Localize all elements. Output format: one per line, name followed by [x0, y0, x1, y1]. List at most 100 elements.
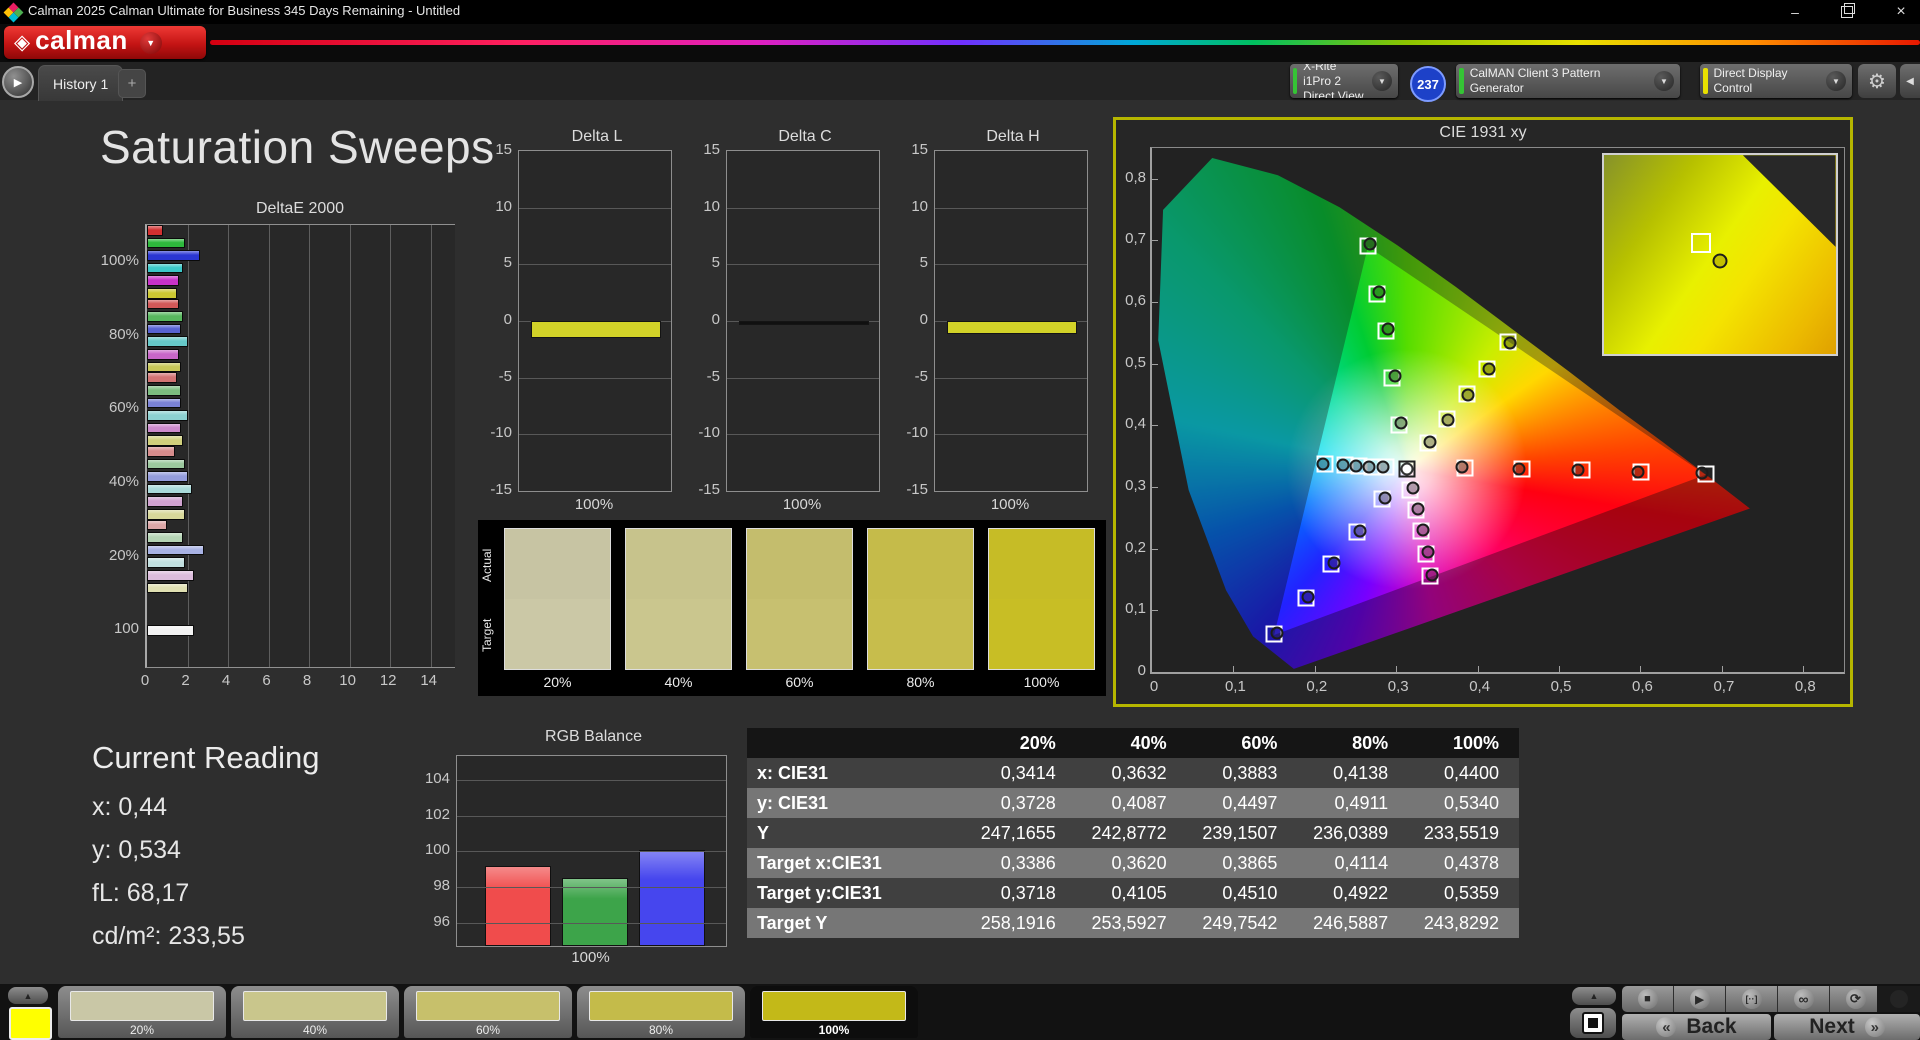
green-measured-marker: [1381, 322, 1395, 336]
workflow-nav-button[interactable]: ▶: [2, 66, 34, 98]
bar: [147, 384, 182, 396]
chevron-down-icon[interactable]: ▼: [1372, 71, 1392, 91]
pattern-window-icon: [1582, 1012, 1604, 1034]
chevron-down-icon[interactable]: ▼: [139, 31, 162, 54]
display-control-button[interactable]: Direct Display Control ▼: [1700, 64, 1852, 98]
expand-transport-button[interactable]: ▲: [1572, 987, 1616, 1005]
axis-tick: 6: [262, 672, 271, 689]
patch-card-100%[interactable]: 100%: [750, 986, 918, 1038]
y-axis-tick: 0,5: [1125, 353, 1146, 371]
bar: [147, 435, 184, 446]
delta-h-chart: Delta H 100% 15 10 5 0 -5 -10 -15: [896, 128, 1092, 518]
calman-menu-button[interactable]: ◈ calman ▼: [4, 25, 206, 59]
table-header-cell: 20%: [965, 728, 1076, 758]
gridline: [519, 264, 671, 266]
inset-target-marker: [1691, 232, 1712, 253]
stop-button[interactable]: ■: [1622, 986, 1674, 1012]
chevron-down-icon[interactable]: ▼: [1654, 71, 1674, 91]
actual-swatch: [747, 529, 852, 599]
patch-swatch: [416, 991, 560, 1021]
tick-mark: [1640, 666, 1642, 672]
axis-label: 100%: [782, 496, 822, 513]
infinity-icon: ∞: [1793, 989, 1814, 1009]
calman-diamond-icon: ◈: [14, 31, 31, 54]
actual-target-swatch-panel: Actual Target 20% 40% 60% 80% 100%: [478, 520, 1106, 696]
restore-button[interactable]: [1830, 0, 1864, 23]
group-label: 60%: [108, 399, 139, 417]
minimize-button[interactable]: –: [1778, 0, 1812, 23]
target-swatch: [747, 599, 852, 669]
y-axis-tick: 0: [1137, 662, 1146, 679]
blue-measured-marker: [1327, 556, 1341, 570]
collapse-panel-button[interactable]: ◀: [1900, 64, 1920, 98]
patch-swatch: [762, 991, 906, 1021]
magenta-measured-marker: [1425, 568, 1439, 582]
axis-tick: 12: [379, 672, 397, 689]
target-swatch: [626, 599, 731, 669]
axis-tick: 2: [181, 672, 190, 689]
page-title: Saturation Sweeps: [100, 121, 495, 173]
table-cell: 0,3386: [965, 848, 1076, 878]
tick-mark: [1152, 487, 1158, 489]
axis-tick: 0: [711, 311, 720, 328]
patch-card-20%[interactable]: 20%: [58, 986, 226, 1038]
refresh-button[interactable]: ⟳: [1830, 986, 1882, 1012]
tick-mark: [1152, 363, 1158, 365]
continuous-read-button[interactable]: ∞: [1778, 986, 1830, 1012]
red-measured-marker: [1512, 462, 1526, 476]
group-label: 100: [113, 620, 139, 638]
cyan-measured-marker: [1376, 460, 1390, 474]
next-button[interactable]: Next »: [1774, 1014, 1920, 1040]
play-button[interactable]: ▶: [1674, 986, 1726, 1012]
actual-swatch: [989, 529, 1094, 599]
patch-card-60%[interactable]: 60%: [404, 986, 572, 1038]
table-header-cell: 100%: [1408, 728, 1519, 758]
gridline: [935, 264, 1087, 266]
back-button[interactable]: « Back: [1622, 1014, 1771, 1040]
pattern-generator-button[interactable]: CalMAN Client 3 Pattern Generator ▼: [1456, 64, 1680, 98]
axis-tick: -15: [698, 481, 720, 498]
chevron-down-icon[interactable]: ▼: [1826, 71, 1846, 91]
delta-bar: [739, 321, 869, 325]
add-tab-button[interactable]: +: [118, 69, 146, 98]
chart-title: CIE 1931 xy: [1439, 124, 1527, 141]
tick-mark: [1559, 666, 1561, 672]
meter-status-bar: [1293, 68, 1298, 94]
swatch-item: 60%: [746, 528, 853, 690]
bar: [147, 483, 192, 495]
pattern-window-button[interactable]: [1570, 1008, 1616, 1038]
calman-app-window: Calman 2025 Calman Ultimate for Business…: [0, 0, 1920, 1040]
blue-measured-marker: [1378, 491, 1392, 505]
patch-card-40%[interactable]: 40%: [231, 986, 399, 1038]
y-axis-tick: 0,4: [1125, 415, 1146, 433]
bar: [147, 262, 184, 274]
x-axis-tick: 0,7: [1713, 678, 1735, 695]
tab-history-1[interactable]: History 1: [38, 65, 124, 101]
actual-swatch: [868, 529, 973, 599]
pattern-step-button[interactable]: [··]: [1726, 986, 1778, 1012]
active-test-patch[interactable]: [9, 1007, 52, 1040]
axis-tick: 10: [911, 197, 928, 215]
table-row-label: x: CIE31: [747, 758, 965, 788]
axis-tick: 0: [503, 311, 512, 328]
bar-group: [147, 519, 455, 594]
tick-mark: [1152, 548, 1158, 550]
tick-mark: [1721, 666, 1723, 672]
inset-measured-marker: [1712, 253, 1728, 269]
chart-title: Delta H: [986, 128, 1040, 145]
expand-patches-button[interactable]: ▲: [8, 987, 48, 1004]
meter-reading-badge[interactable]: 237: [1410, 66, 1446, 102]
red-measured-marker: [1571, 463, 1585, 477]
axis-tick: -15: [906, 481, 928, 498]
tick-mark: [1396, 666, 1398, 672]
axis-tick: -10: [698, 424, 720, 442]
bar: [147, 250, 200, 261]
actual-swatch: [505, 529, 610, 599]
tick-mark: [1152, 425, 1158, 427]
patch-card-80%[interactable]: 80%: [577, 986, 745, 1038]
bar-group: [147, 593, 455, 667]
gear-icon[interactable]: ⚙: [1858, 64, 1896, 98]
meter-device-button[interactable]: X-Rite i1Pro 2 Direct View ▼: [1290, 64, 1398, 98]
current-reading-fl: fL: 68,17: [92, 879, 190, 907]
close-button[interactable]: ×: [1884, 0, 1918, 23]
